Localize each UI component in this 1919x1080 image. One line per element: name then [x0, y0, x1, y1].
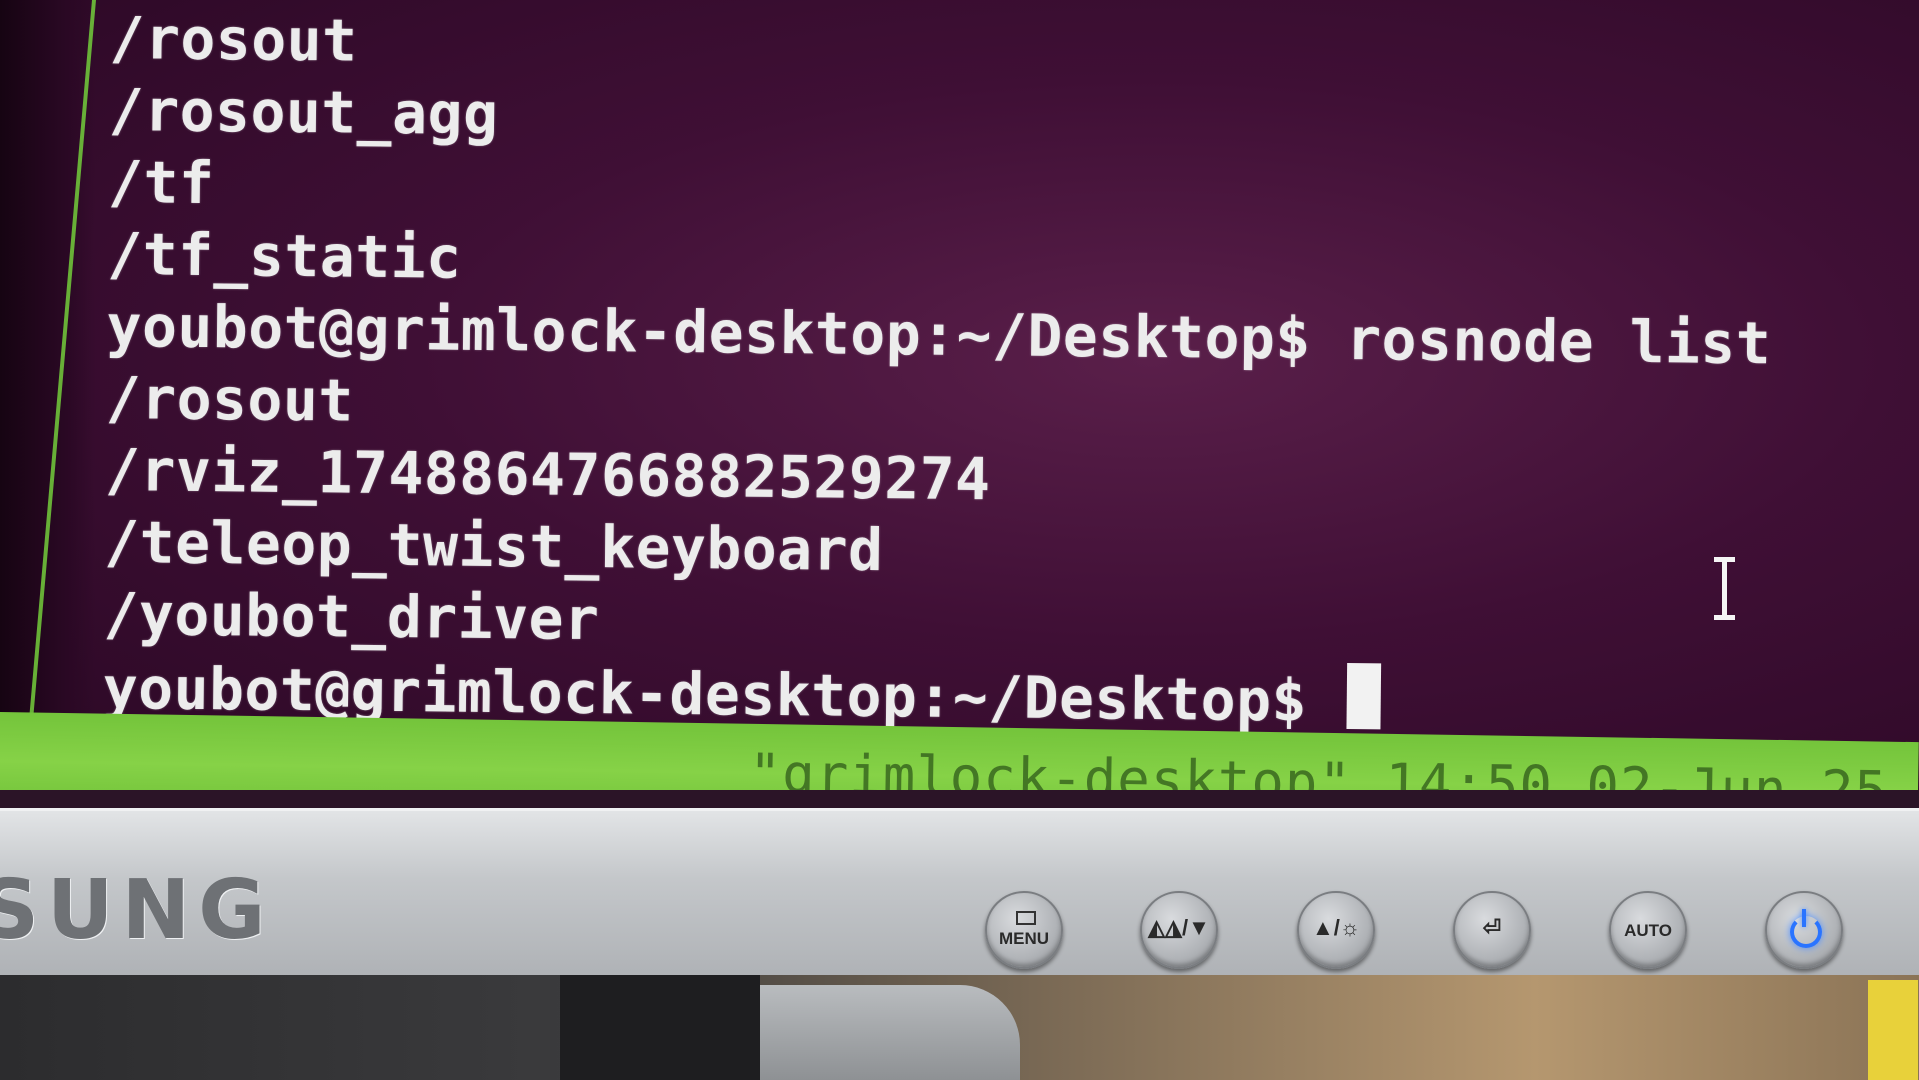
brightness-up-label: ▲/☼ [1311, 915, 1361, 940]
monitor-bezel: SUNG MENU ◭◮/▼ ▲/☼ ⏎ AUTO [0, 808, 1919, 981]
terminal-cursor [1346, 662, 1381, 730]
menu-icon [1016, 911, 1036, 925]
menu-button-label: MENU [998, 929, 1050, 948]
menu-button[interactable]: MENU [985, 891, 1063, 969]
brightness-down-button[interactable]: ◭◮/▼ [1140, 891, 1218, 969]
photo-scene: /rosout /rosout_agg /tf /tf_static youbo… [0, 0, 1919, 1080]
auto-button-label: AUTO [1624, 921, 1672, 940]
brand-logo: SUNG [0, 863, 274, 958]
monitor-stand-base [760, 985, 1020, 1080]
terminal-output[interactable]: /rosout /rosout_agg /tf /tf_static youbo… [102, 2, 1869, 740]
i-beam-icon [1712, 555, 1736, 621]
auto-button[interactable]: AUTO [1609, 891, 1687, 969]
power-icon [1790, 916, 1822, 948]
monitor-button-row: MENU ◭◮/▼ ▲/☼ ⏎ AUTO [985, 891, 1865, 971]
source-button[interactable]: ⏎ [1453, 891, 1531, 969]
power-button[interactable] [1765, 891, 1843, 969]
yellow-cable [1868, 980, 1918, 1080]
monitor-screen: /rosout /rosout_agg /tf /tf_static youbo… [0, 0, 1919, 800]
brightness-down-label: ◭◮/▼ [1148, 915, 1210, 940]
monitor-stand [560, 975, 760, 1080]
source-icon: ⏎ [1482, 915, 1502, 940]
brightness-up-button[interactable]: ▲/☼ [1297, 891, 1375, 969]
